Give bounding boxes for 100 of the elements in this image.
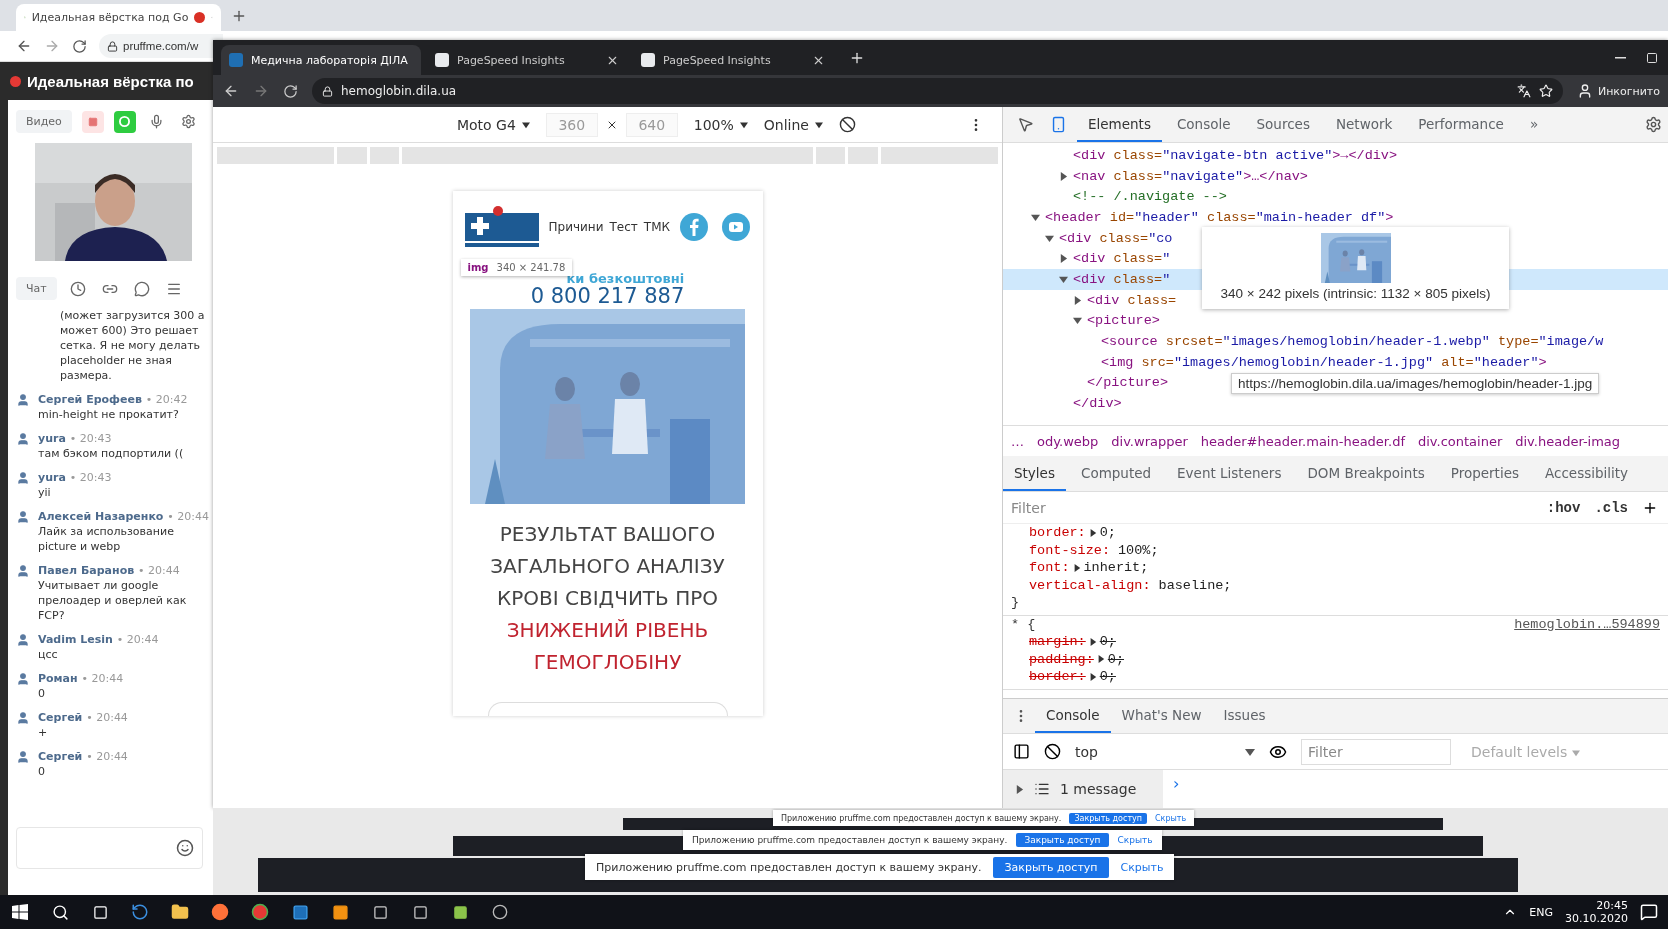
console-filter[interactable]: Filter [1301, 738, 1451, 765]
dom-node[interactable]: <div class=" [1073, 271, 1171, 287]
breadcrumb[interactable]: … [1011, 433, 1024, 449]
browser-tab[interactable]: PageSpeed Insights [633, 45, 833, 75]
styles-tab[interactable]: Properties [1439, 456, 1530, 491]
drawer-tab[interactable]: What's New [1110, 699, 1213, 733]
expand-arrow-icon[interactable] [1088, 672, 1097, 681]
facebook-icon[interactable] [680, 213, 708, 241]
source-link[interactable]: hemoglobin.…594899 [1514, 616, 1660, 632]
device-dropdown[interactable]: Moto G4 [456, 116, 530, 133]
hide-link[interactable]: Скрыть [1120, 860, 1164, 874]
reload-icon [72, 38, 87, 54]
stop-icon[interactable] [81, 110, 104, 133]
expanded-arrow-icon[interactable] [1073, 316, 1082, 326]
message-text: min-height не прокатит? [38, 407, 180, 422]
css-selector: * { [1011, 616, 1036, 632]
expand-arrow-icon[interactable] [1072, 563, 1081, 572]
lock-icon [322, 85, 333, 97]
rotate-icon [839, 116, 856, 133]
phone-number: 0 800 217 887 [530, 284, 685, 308]
browser-tab[interactable]: Медична лабораторія ДІЛА [221, 45, 421, 75]
styles-tab[interactable]: Styles [1003, 456, 1066, 491]
youtube-icon[interactable] [722, 213, 750, 241]
dom-node[interactable]: <div class="co [1059, 230, 1173, 246]
translate-icon [1516, 84, 1531, 98]
class-toggle[interactable]: .cls [1594, 499, 1628, 516]
hide-link[interactable]: Скрыть [1117, 835, 1153, 845]
message-text: 0 [38, 764, 46, 779]
dom-node[interactable]: </picture> [1087, 375, 1168, 391]
collapsed-arrow-icon[interactable] [1059, 254, 1068, 264]
profile-button[interactable]: Инкогнито [1576, 83, 1660, 99]
nav-link[interactable]: Тест [609, 220, 638, 234]
chat-input[interactable] [16, 827, 203, 869]
user-icon [16, 564, 30, 578]
breadcrumb[interactable]: header#header.main-header.df [1200, 433, 1405, 449]
styles-tab[interactable]: Event Listeners [1166, 456, 1293, 491]
stop-sharing-button[interactable]: Закрыть доступ [1069, 812, 1147, 824]
headline-highlight: ЗНИЖЕНИЙ РІВЕНЬ ГЕМОГЛОБІНУ [505, 617, 710, 676]
message-author: yura • 20:43 [38, 470, 112, 485]
browser-tab[interactable]: Идеальная вёрстка под Go [16, 4, 221, 31]
styles-tab[interactable]: Accessibility [1534, 456, 1640, 491]
lock-icon [107, 40, 118, 52]
css-property: vertical-align: [1029, 577, 1151, 593]
console-prompt[interactable]: › [1163, 770, 1190, 808]
messages-sidebar-item[interactable]: 1 message [1003, 770, 1163, 808]
address-bar[interactable]: hemoglobin.dila.ua [312, 78, 1563, 104]
expanded-arrow-icon[interactable] [1031, 212, 1040, 222]
minimize-icon[interactable] [1615, 56, 1626, 59]
more-tabs-button[interactable]: » [1518, 107, 1550, 142]
breadcrumb[interactable]: ody.webp [1037, 433, 1099, 449]
devtools-tab[interactable]: Console [1165, 107, 1242, 142]
devtools-tab[interactable]: Sources [1245, 107, 1321, 142]
closing-brace: } [1011, 595, 1020, 611]
breadcrumb[interactable]: div.container [1417, 433, 1503, 449]
collapsed-arrow-icon[interactable] [1059, 171, 1068, 181]
video-button[interactable]: Видео [16, 110, 72, 133]
address-bar[interactable]: pruffme.com/w [99, 34, 223, 58]
stop-sharing-button[interactable]: Закрыть доступ [992, 856, 1110, 878]
stop-sharing-button[interactable]: Закрыть доступ [1016, 833, 1109, 847]
dom-node[interactable]: <img src="images/hemoglobin/header-1.jpg" alt="header"> [1101, 354, 1547, 370]
drawer-tab[interactable]: Console [1035, 699, 1111, 733]
drawer-tab[interactable]: Issues [1212, 699, 1277, 733]
user-icon [16, 432, 30, 446]
message-text: yii [38, 485, 52, 500]
dom-node[interactable]: </div> [1073, 396, 1122, 412]
breadcrumb[interactable]: div.wrapper [1111, 433, 1188, 449]
styles-tab[interactable]: DOM Breakpoints [1296, 456, 1436, 491]
expand-arrow-icon[interactable] [1088, 637, 1097, 646]
favicon-icon [229, 53, 243, 67]
browser-tab[interactable]: PageSpeed Insights [427, 45, 627, 75]
context-dropdown[interactable]: top [1075, 743, 1255, 760]
dom-node[interactable]: <header id="header" class="main-header df"> [1045, 209, 1394, 225]
devtools-tab[interactable]: Elements [1077, 107, 1162, 142]
collapsed-arrow-icon[interactable] [1073, 295, 1082, 305]
expanded-arrow-icon[interactable] [1045, 233, 1054, 243]
styles-tab[interactable]: Computed [1069, 456, 1163, 491]
hover-state-toggle[interactable]: :hov [1546, 499, 1581, 516]
chat-button[interactable]: Чат [16, 277, 57, 300]
dom-comment[interactable]: <!-- /.navigate --> [1073, 189, 1227, 205]
dom-node[interactable]: <div class=" [1073, 251, 1171, 267]
devtools-tab[interactable]: Performance [1407, 107, 1515, 142]
breadcrumb[interactable]: div.header-imag [1515, 433, 1621, 449]
webinar-title: Идеальная вёрстка по [27, 72, 194, 90]
expand-arrow-icon[interactable] [1096, 655, 1105, 664]
expanded-arrow-icon[interactable] [1059, 274, 1068, 284]
network-dropdown[interactable]: Online [763, 116, 823, 133]
nav-link[interactable]: Причини [548, 220, 604, 234]
language-indicator[interactable]: ENG [1529, 905, 1553, 919]
nav-link[interactable]: ТМК [643, 220, 670, 234]
dom-node[interactable]: <source srcset="images/hemoglobin/header-1.webp" type="image/w [1101, 334, 1604, 350]
reload-icon [283, 83, 298, 99]
devtools-tab[interactable]: Network [1324, 107, 1404, 142]
zoom-dropdown[interactable]: 100% [693, 116, 748, 133]
caret-icon [739, 120, 748, 129]
hide-link[interactable]: Скрыть [1155, 813, 1187, 823]
dom-node[interactable]: <div class="navigate-btn active">→</div> [1073, 147, 1398, 163]
dom-node[interactable]: <div class= [1087, 292, 1177, 308]
expand-arrow-icon[interactable] [1088, 528, 1097, 537]
dom-node[interactable]: <nav class="navigate">…</nav> [1073, 168, 1308, 184]
dom-node[interactable]: <picture> [1087, 313, 1160, 329]
